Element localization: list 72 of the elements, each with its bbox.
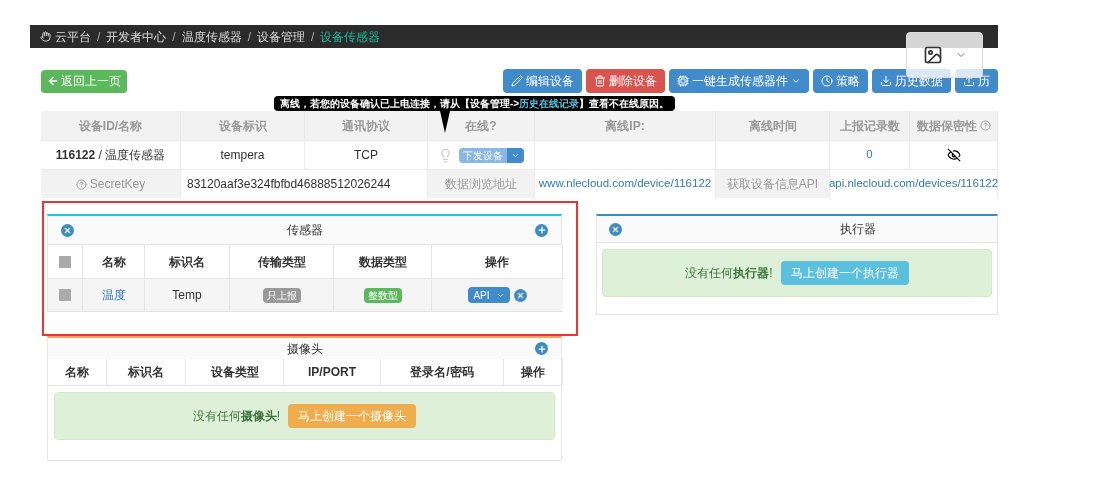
create-actuator-button[interactable]: 马上创建一个执行器 xyxy=(780,261,909,285)
tooltip-text: 离线，若您的设备确认已上电连接，请从【设备管理-> xyxy=(280,97,520,111)
breadcrumb-link[interactable]: 设备传感器 xyxy=(320,27,381,46)
breadcrumb-separator: / xyxy=(311,28,315,46)
breadcrumb-link[interactable]: 温度传感器 xyxy=(181,27,242,46)
button-icon xyxy=(511,75,523,87)
tooltip-text: 】查看不在线原因。 xyxy=(579,97,670,111)
panel-title: 传感器 xyxy=(286,222,323,239)
breadcrumb-separator: / xyxy=(97,28,101,46)
column-header: 数据保密性 xyxy=(910,111,998,140)
transfer-type-badge: 只上报 xyxy=(262,287,301,303)
table-cell: Temp xyxy=(145,278,230,311)
panel-title: 摄像头 xyxy=(286,340,323,358)
api-dropdown-button[interactable]: API xyxy=(468,287,510,303)
column-header: 操作 xyxy=(504,359,563,385)
column-header: 设备标识 xyxy=(181,111,305,140)
column-header: IP/PORT xyxy=(284,359,381,385)
delete-icon[interactable] xyxy=(513,288,527,302)
eye-off-icon xyxy=(946,148,961,162)
breadcrumb-link[interactable]: 设备管理 xyxy=(257,27,306,46)
link[interactable]: 0 xyxy=(866,146,873,164)
info-label: 数据浏览地址 xyxy=(428,169,535,198)
image-icon xyxy=(922,45,943,65)
empty-message: 没有任何执行器! xyxy=(685,265,773,282)
toolbar-button[interactable]: 策略 xyxy=(813,69,868,93)
breadcrumb-link[interactable]: 云平台 xyxy=(40,27,91,46)
info-label: 获取设备信息API xyxy=(716,169,830,198)
collapse-icon[interactable] xyxy=(61,223,74,237)
info-label: SecretKey xyxy=(41,169,181,198)
column-header: 设备ID/名称 xyxy=(41,111,181,140)
breadcrumb-link[interactable]: 开发者中心 xyxy=(106,27,167,46)
column-header: 标识名 xyxy=(169,253,205,271)
panel-title: 执行器 xyxy=(840,221,876,238)
arrow-left-icon xyxy=(47,75,59,87)
table-cell: tempera xyxy=(181,140,305,169)
toolbar-button[interactable]: 一键生成传感器件 xyxy=(669,69,809,93)
toolbar-button[interactable]: 删除设备 xyxy=(586,69,665,93)
link[interactable]: www.nlecloud.com/device/116122 xyxy=(538,175,712,193)
column-header: 传输类型 xyxy=(257,253,306,271)
column-header: 离线时间 xyxy=(716,111,830,140)
column-header: 数据类型 xyxy=(358,253,407,271)
column-header: 通讯协议 xyxy=(305,111,428,140)
button-icon xyxy=(963,75,975,87)
column-header: 操作 xyxy=(485,253,509,271)
button-icon xyxy=(677,75,689,87)
checkbox[interactable] xyxy=(59,255,71,268)
breadcrumb-separator: / xyxy=(172,28,176,46)
checkbox[interactable] xyxy=(59,289,71,301)
table-cell: 83120aaf3e324fbfbd46888512026244 xyxy=(181,169,428,198)
tooltip-link[interactable]: 历史在线记录 xyxy=(519,96,580,111)
column-header: 登录名/密码 xyxy=(381,359,504,385)
column-header: 离线IP: xyxy=(535,111,716,140)
hand-icon xyxy=(40,31,51,42)
button-icon xyxy=(880,75,892,87)
column-header: 名称 xyxy=(101,253,126,271)
column-header: 标识名 xyxy=(107,359,186,385)
help-icon xyxy=(75,178,87,190)
empty-message: 没有任何摄像头! xyxy=(192,408,281,425)
toolbar-button[interactable]: 编辑设备 xyxy=(503,69,582,93)
back-button[interactable]: 返回上一页 xyxy=(41,69,127,93)
table-cell: TCP xyxy=(305,140,428,169)
add-icon[interactable] xyxy=(535,223,548,237)
column-header: 上报记录数 xyxy=(830,111,910,140)
data-type-badge: 整数型 xyxy=(363,287,402,303)
button-icon xyxy=(821,75,833,87)
column-header: 名称 xyxy=(48,359,107,385)
link[interactable]: api.nlecloud.com/devices/116122 xyxy=(828,175,998,193)
breadcrumb-separator: / xyxy=(247,28,252,46)
add-icon[interactable] xyxy=(535,342,548,355)
button-icon xyxy=(594,75,606,87)
column-header: 设备类型 xyxy=(186,359,284,385)
collapse-icon[interactable] xyxy=(609,222,622,236)
